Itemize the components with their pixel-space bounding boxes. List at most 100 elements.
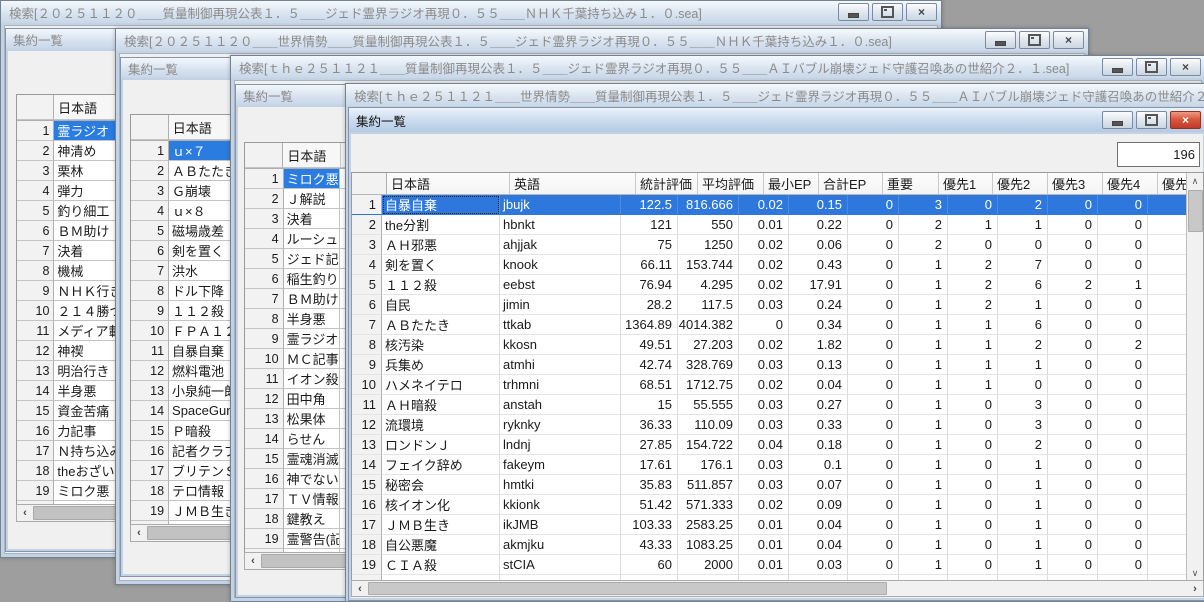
cell-value[interactable]: 0	[1048, 395, 1098, 415]
cell-value[interactable]: 66.11	[621, 255, 678, 275]
cell-text[interactable]: trhmni	[500, 375, 621, 395]
cell-value[interactable]: 0.22	[789, 215, 848, 235]
cell-value[interactable]: 121	[621, 215, 678, 235]
table-row[interactable]: 8 核汚染 kkosn 49.51 27.203 0.02 1.82 0 1 1 2 0 2	[352, 335, 1203, 355]
cell-value[interactable]: 0.03	[789, 555, 848, 575]
close-button[interactable]: ×	[1170, 58, 1201, 76]
row-label[interactable]: ジェド記事	[283, 249, 340, 269]
cell-value[interactable]: 0	[1048, 375, 1098, 395]
cell-value[interactable]: 0	[848, 495, 899, 515]
table-row[interactable]: 9 兵集め atmhi 42.74 328.769 0.03 0.13 0 1 1 1 0 0	[352, 355, 1203, 375]
scroll-up-icon[interactable]: ∧	[1187, 173, 1203, 189]
cell-value[interactable]: 0	[948, 415, 998, 435]
row-label[interactable]: ＢＭ助け	[283, 289, 340, 309]
cell-value[interactable]: 0.09	[789, 495, 848, 515]
window-titlebar[interactable]: 検索[ｔｈｅ２５１１２１＿＿質量制御再現公表１．５＿＿ジェド霊界ラジオ再現０．５…	[231, 56, 1204, 78]
cell-value[interactable]: 816.666	[678, 195, 739, 215]
cell-value[interactable]: 2	[948, 275, 998, 295]
cell-text[interactable]: eebst	[500, 275, 621, 295]
cell-text[interactable]: 核イオン化	[382, 495, 500, 515]
cell-text[interactable]: 秘密会	[382, 475, 500, 495]
cell-value[interactable]: 117.5	[678, 295, 739, 315]
cell-value[interactable]: 0	[1048, 235, 1098, 255]
cell-value[interactable]: 0.33	[789, 415, 848, 435]
record-count-field[interactable]: 196	[1117, 142, 1200, 167]
cell-value[interactable]: 1	[899, 475, 948, 495]
cell-value[interactable]: 0	[848, 295, 899, 315]
window-titlebar[interactable]: 検索[ｔｈｅ２５１１２１＿＿世界情勢＿＿質量制御再現公表１．５＿＿ジェド霊界ラジ…	[346, 84, 1204, 106]
column-header[interactable]: 優先1	[939, 173, 993, 194]
row-label[interactable]: ＴＶ情報	[283, 489, 340, 509]
cell-value[interactable]: 0.13	[789, 355, 848, 375]
cell-value[interactable]: 0.15	[789, 195, 848, 215]
cell-value[interactable]: 550	[678, 215, 739, 235]
column-header[interactable]: 合計EP	[819, 173, 883, 194]
cell-value[interactable]: 1712.75	[678, 375, 739, 395]
row-label[interactable]: ＭＣ記事	[283, 349, 340, 369]
maximize-button[interactable]	[1019, 31, 1050, 49]
column-header[interactable]: 平均評価	[698, 173, 764, 194]
cell-value[interactable]: 3	[998, 395, 1048, 415]
cell-text[interactable]: hmtki	[500, 475, 621, 495]
scroll-left-icon[interactable]: ‹	[131, 525, 147, 541]
child-window-aggregate-list[interactable]: 集約一覧 × 196 日本語 英語 統計評価 平均評価 最小EP 合計EP 重要 優先1 優先2…	[348, 107, 1204, 601]
cell-value[interactable]: 2	[1048, 275, 1098, 295]
cell-value[interactable]: 0	[1048, 555, 1098, 575]
scroll-left-icon[interactable]: ‹	[17, 505, 33, 521]
cell-value[interactable]: 1	[948, 315, 998, 335]
cell-value[interactable]: 17.61	[621, 455, 678, 475]
cell-value[interactable]: 1	[899, 515, 948, 535]
cell-value[interactable]: 1	[899, 335, 948, 355]
cell-value[interactable]: 2583.25	[678, 515, 739, 535]
cell-value[interactable]: 17.91	[789, 275, 848, 295]
cell-value[interactable]: 1250	[678, 235, 739, 255]
table-row[interactable]: 16 核イオン化 kkionk 51.42 571.333 0.02 0.09 0 1 0 1 0 0	[352, 495, 1203, 515]
cell-value[interactable]: 0.07	[789, 475, 848, 495]
column-header[interactable]: 最小EP	[764, 173, 819, 194]
row-label[interactable]: ルーシュ	[283, 229, 340, 249]
cell-value[interactable]: 27.85	[621, 435, 678, 455]
cell-value[interactable]: 0	[848, 215, 899, 235]
cell-value[interactable]: 1.82	[789, 335, 848, 355]
row-label[interactable]: 稲生釣り	[283, 269, 340, 289]
cell-text[interactable]: anstah	[500, 395, 621, 415]
cell-value[interactable]: 2	[948, 255, 998, 275]
table-row[interactable]: 3 ＡＨ邪悪 ahjjak 75 1250 0.02 0.06 0 2 0 0 0 0	[352, 235, 1203, 255]
cell-text[interactable]: jimin	[500, 295, 621, 315]
cell-value[interactable]: 0.02	[739, 495, 789, 515]
cell-value[interactable]: 2000	[678, 555, 739, 575]
cell-value[interactable]: 76.94	[621, 275, 678, 295]
cell-value[interactable]: 0	[1048, 435, 1098, 455]
cell-text[interactable]: ＡＢたたき	[382, 315, 500, 335]
cell-value[interactable]: 0.02	[739, 195, 789, 215]
scrollbar-thumb[interactable]	[368, 582, 887, 595]
cell-text[interactable]: ＪＭＢ生き	[382, 515, 500, 535]
cell-value[interactable]: 0	[1048, 535, 1098, 555]
cell-value[interactable]: 1	[998, 555, 1048, 575]
cell-value[interactable]: 0.03	[739, 455, 789, 475]
cell-value[interactable]: 49.51	[621, 335, 678, 355]
cell-text[interactable]: jbujk	[500, 195, 621, 215]
cell-value[interactable]: 1	[948, 355, 998, 375]
cell-text[interactable]: 核汚染	[382, 335, 500, 355]
table-row[interactable]: 11 ＡＨ暗殺 anstah 15 55.555 0.03 0.27 0 1 0 3 0 0	[352, 395, 1203, 415]
minimize-button[interactable]	[985, 31, 1016, 49]
cell-text[interactable]: stCIA	[500, 555, 621, 575]
table-row[interactable]: 12 流環境 ryknky 36.33 110.09 0.03 0.33 0 1 0 3 0 0	[352, 415, 1203, 435]
cell-value[interactable]: 0.43	[789, 255, 848, 275]
cell-value[interactable]: 2	[1098, 335, 1148, 355]
cell-text[interactable]: ＡＨ邪悪	[382, 235, 500, 255]
cell-text[interactable]: ロンドンＪ	[382, 435, 500, 455]
row-label[interactable]: 松果体	[283, 409, 340, 429]
cell-value[interactable]: 0	[948, 435, 998, 455]
column-header-japanese[interactable]: 日本語	[283, 143, 340, 168]
cell-value[interactable]: 0	[848, 335, 899, 355]
cell-value[interactable]: 1	[998, 355, 1048, 375]
cell-value[interactable]: 0	[848, 195, 899, 215]
cell-value[interactable]: 0	[848, 455, 899, 475]
cell-text[interactable]: 剣を置く	[382, 255, 500, 275]
cell-text[interactable]: kkosn	[500, 335, 621, 355]
minimize-button[interactable]	[838, 3, 869, 21]
close-button[interactable]: ×	[906, 3, 937, 21]
cell-text[interactable]: ＡＨ暗殺	[382, 395, 500, 415]
